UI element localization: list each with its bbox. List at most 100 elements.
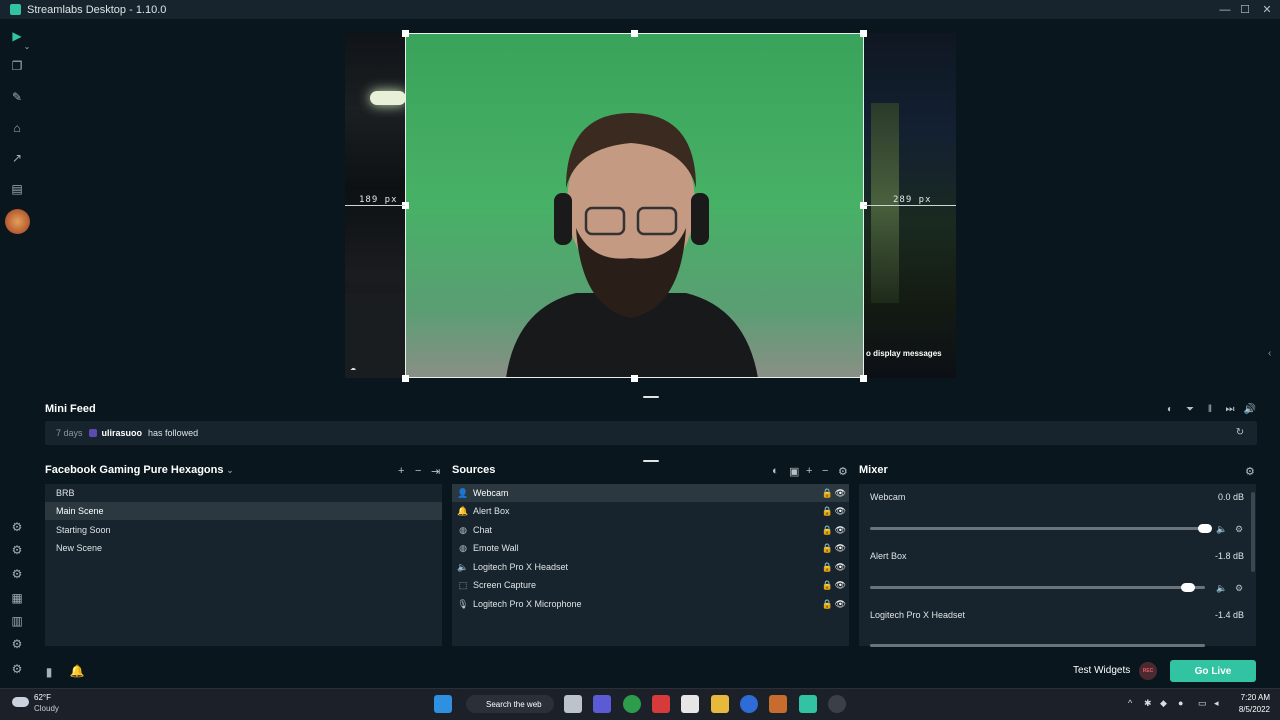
volume-knob[interactable] [1181,583,1196,592]
resize-handle[interactable] [860,375,867,382]
app-icon[interactable] [828,695,846,713]
event-user[interactable]: ulirasuoo [102,428,143,438]
themes-icon[interactable]: ❐ [8,57,26,75]
avatar[interactable] [5,209,30,234]
maximize-button[interactable]: ☐ [1234,0,1256,19]
filter-icon[interactable]: ⏷ [1183,404,1197,415]
source-item[interactable]: ◍ Chat 🔒 👁 [452,521,849,539]
studio-icon[interactable]: ▤ [8,180,26,198]
lock-icon[interactable]: 🔒 [822,543,833,554]
display-icon[interactable]: ▭ [1198,698,1207,709]
resize-handle[interactable] [631,30,638,37]
eye-icon[interactable]: 👁 [835,580,846,591]
streamlabs-taskbar-icon[interactable] [799,695,817,713]
eye-icon[interactable]: 👁 [835,543,846,554]
pause-icon[interactable]: ‖ [1203,404,1217,415]
chrome-icon[interactable] [623,695,641,713]
overlay-icon[interactable]: ⚙ [8,518,26,536]
mixer-scrollbar[interactable] [1251,492,1255,572]
gear-icon[interactable]: ⚙ [1235,524,1243,535]
gear-icon[interactable]: ⚙ [1235,583,1243,594]
eye-icon[interactable]: 👁 [835,488,846,499]
stats-icon[interactable]: ↗ [8,149,26,167]
source-item[interactable]: 👤 Webcam 🔒 👁 [452,484,849,502]
source-settings-icon[interactable]: ⚙ [838,465,848,478]
add-source-icon[interactable]: + [806,465,812,477]
lock-icon[interactable]: 🔒 [822,562,833,573]
teams-icon[interactable] [593,695,611,713]
volume-icon[interactable]: 🔊 [1243,404,1257,415]
volume-icon[interactable]: ◂ [1214,698,1219,709]
taskbar-search[interactable]: Search the web [466,695,554,713]
settings-icon[interactable]: ⚙ [8,660,26,678]
weather-temp[interactable]: 62°F [34,693,51,702]
remove-scene-icon[interactable]: − [415,465,421,477]
lock-icon[interactable]: 🔒 [822,506,833,517]
store-icon[interactable]: ⌂ [8,119,26,137]
notepad-icon[interactable] [681,695,699,713]
apps-icon[interactable]: ▦ [8,589,26,607]
source-item[interactable]: 🎙 Logitech Pro X Microphone 🔒 👁 [452,595,849,613]
source-item[interactable]: ⬚ Screen Capture 🔒 👁 [452,576,849,594]
volume-slider[interactable] [870,644,1205,647]
performance-icon[interactable]: ▮ [40,663,58,681]
tools-icon[interactable]: ✎ [8,88,26,106]
app-icon[interactable] [769,695,787,713]
chevron-up-icon[interactable]: ^ [1128,698,1132,708]
go-live-button[interactable]: Go Live [1170,660,1256,682]
remove-source-icon[interactable]: − [822,465,828,477]
eye-icon[interactable]: 👁 [835,506,846,517]
add-folder-icon[interactable]: ▣ [789,465,799,478]
eye-icon[interactable]: 👁 [835,525,846,536]
studio-mode-icon[interactable]: ◐ [772,465,779,477]
source-item[interactable]: ◍ Emote Wall 🔒 👁 [452,539,849,557]
scene-item[interactable]: Starting Soon [45,521,442,539]
mixer-settings-icon[interactable]: ⚙ [1245,465,1255,478]
scene-item[interactable]: BRB [45,484,442,502]
add-scene-icon[interactable]: + [398,465,404,477]
eye-icon[interactable]: 👁 [835,562,846,573]
notifications-icon[interactable]: 🔔 [68,662,86,680]
app-icon[interactable] [740,695,758,713]
resize-handle[interactable] [631,375,638,382]
volume-slider[interactable] [870,586,1205,589]
close-button[interactable]: ✕ [1256,0,1278,19]
lock-icon[interactable]: 🔒 [822,488,833,499]
test-widgets-button[interactable]: Test Widgets [1073,665,1130,676]
integrations-icon[interactable]: ⚙ [8,541,26,559]
minimize-button[interactable]: — [1214,0,1236,19]
resize-handle[interactable] [860,30,867,37]
resize-grip[interactable] [643,460,659,462]
layout-icon[interactable]: ▥ [8,612,26,630]
lock-icon[interactable]: 🔒 [822,580,833,591]
scene-collection-title[interactable]: Facebook Gaming Pure Hexagons ⌄ [45,464,233,476]
shield-icon[interactable]: ◐ [1163,404,1177,415]
lock-icon[interactable]: 🔒 [822,525,833,536]
weather-condition[interactable]: Cloudy [34,704,59,713]
chevron-left-icon[interactable]: ‹ [1268,348,1271,359]
resize-handle[interactable] [402,375,409,382]
microphone-icon[interactable]: ● [1178,698,1183,708]
webcam-source[interactable] [406,33,863,378]
scene-item-active[interactable]: Main Scene [45,502,442,520]
source-item[interactable]: 🔈 Logitech Pro X Headset 🔒 👁 [452,558,849,576]
alerts-icon[interactable]: ⚙ [8,565,26,583]
task-view-icon[interactable] [564,695,582,713]
scene-collection-name[interactable]: Facebook Gaming Pure Hexagons [45,464,224,476]
chevron-down-icon[interactable]: ⌄ [22,37,32,55]
refresh-icon[interactable]: ↻ [1233,427,1247,438]
clock-time[interactable]: 7:20 AM [1236,693,1270,702]
studio-mode-icon[interactable]: ⚙ [8,635,26,653]
transition-icon[interactable]: ⇥ [431,465,440,478]
volume-slider[interactable] [870,527,1205,530]
source-item[interactable]: 🔔 Alert Box 🔒 👁 [452,502,849,520]
windows-start-icon[interactable] [434,695,452,713]
eye-icon[interactable]: 👁 [835,599,846,610]
vivaldi-icon[interactable] [652,695,670,713]
volume-knob[interactable] [1198,524,1212,533]
scene-item[interactable]: New Scene [45,539,442,557]
lock-icon[interactable]: 🔒 [822,599,833,610]
speaker-icon[interactable]: 🔈 [1216,583,1227,594]
network-icon[interactable]: ✱ [1144,698,1152,709]
file-explorer-icon[interactable] [711,695,729,713]
